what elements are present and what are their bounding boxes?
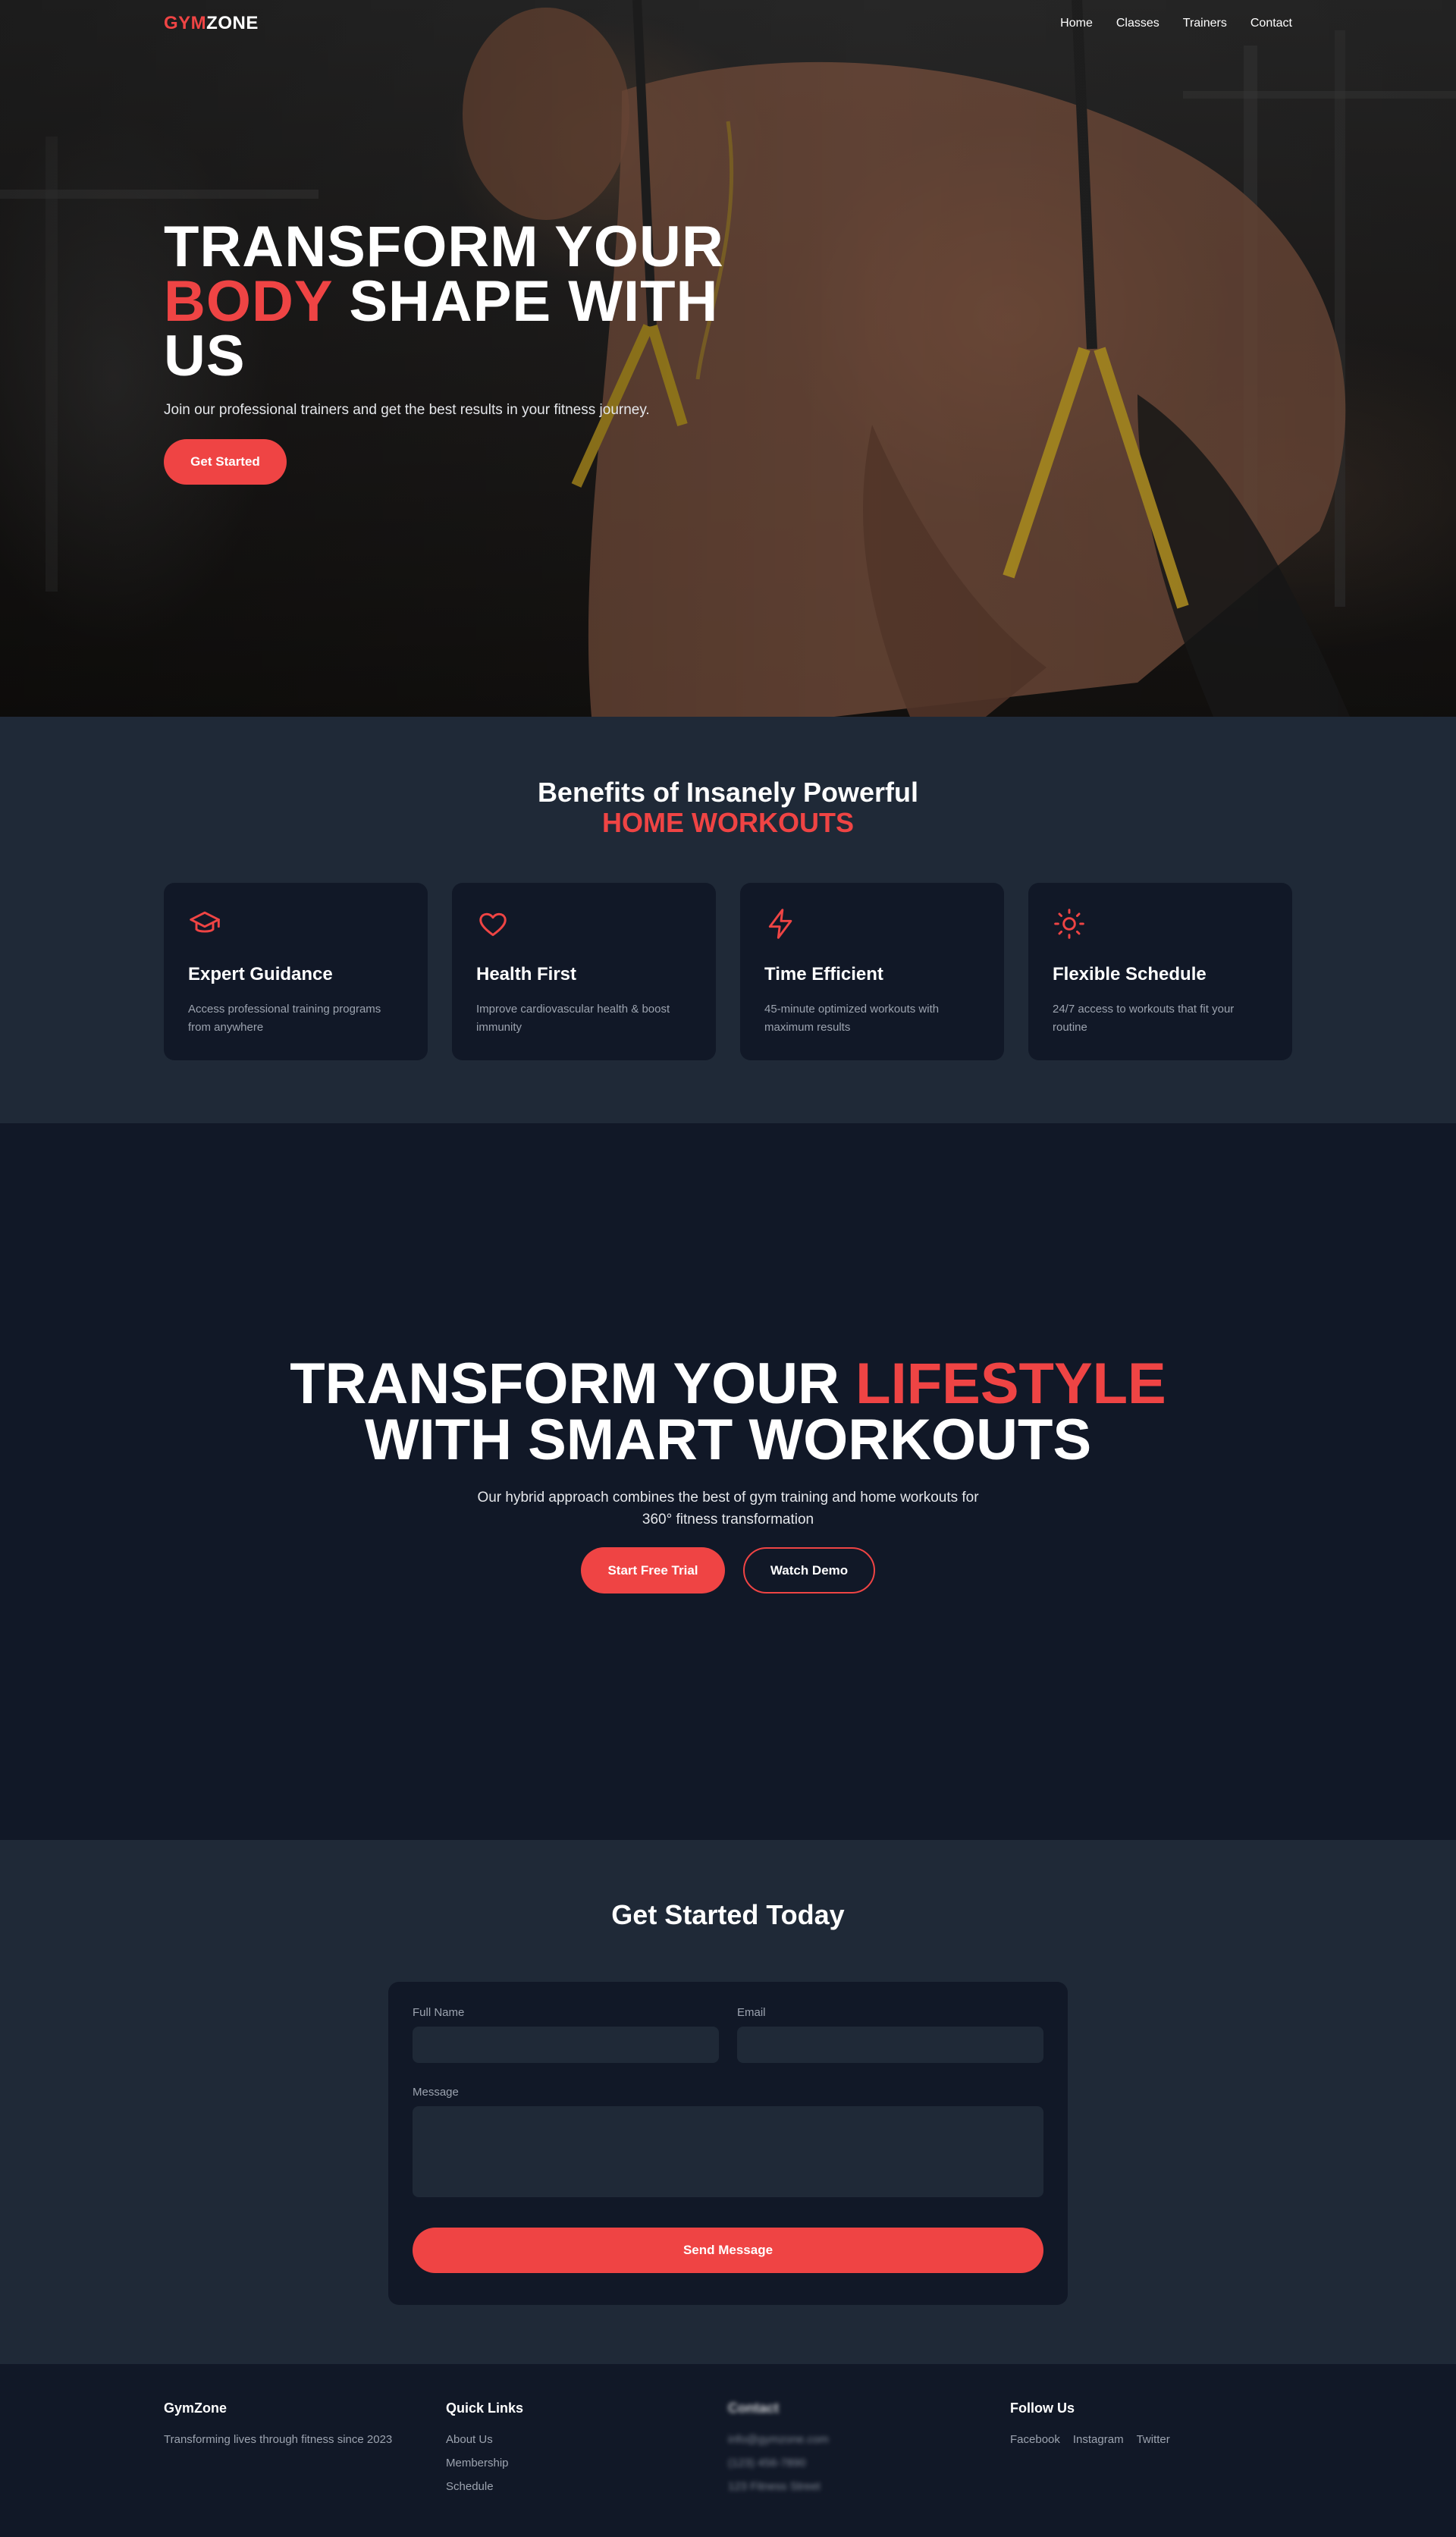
benefit-card-expert-guidance: Expert Guidance Access professional trai…: [164, 883, 428, 1060]
logo-part-gym: GYM: [164, 13, 207, 33]
instagram-link[interactable]: Instagram: [1073, 2433, 1124, 2446]
footer-brand-text: Transforming lives through fitness since…: [164, 2433, 393, 2446]
top-navigation: GYMZONE Home Classes Trainers Contact: [0, 0, 1456, 47]
benefit-text: Improve cardiovascular health & boost im…: [476, 1003, 670, 1034]
benefit-card-health-first: Health First Improve cardiovascular heal…: [452, 883, 716, 1060]
footer-contact-email[interactable]: info@gymzone.com: [728, 2433, 1010, 2446]
benefit-text: Access professional training programs fr…: [188, 1003, 381, 1034]
lifestyle-content: TRANSFORM YOUR LIFESTYLE WITH SMART WORK…: [0, 1355, 1456, 1593]
footer-brand: GymZone Transforming lives through fitne…: [164, 2400, 446, 2504]
footer-contact-title: Contact: [728, 2400, 779, 2416]
footer-link-membership[interactable]: Membership: [446, 2457, 728, 2469]
message-textarea[interactable]: [413, 2106, 1043, 2197]
benefits-title: Benefits of Insanely Powerful: [537, 777, 919, 808]
email-label: Email: [737, 2006, 766, 2019]
contact-form: Full Name Email Message Send Message: [388, 1982, 1068, 2305]
start-free-trial-button[interactable]: Start Free Trial: [581, 1547, 725, 1593]
lifestyle-title-highlight: LIFESTYLE: [855, 1352, 1166, 1416]
lifestyle-title: TRANSFORM YOUR LIFESTYLE WITH SMART WORK…: [0, 1355, 1456, 1469]
footer-contact-phone[interactable]: (123) 456-7890: [728, 2457, 1010, 2469]
hero-title-line2: SHAPE WITH: [332, 269, 719, 334]
lightning-icon: [768, 909, 792, 939]
footer-link-schedule[interactable]: Schedule: [446, 2480, 728, 2493]
footer-follow-title: Follow Us: [1010, 2400, 1075, 2416]
hero-title-line3: US: [164, 324, 246, 388]
logo-part-zone: ZONE: [206, 13, 259, 33]
nav-link-trainers[interactable]: Trainers: [1183, 17, 1227, 30]
brand-logo[interactable]: GYMZONE: [164, 13, 259, 34]
footer-contact: Contact info@gymzone.com (123) 456-7890 …: [728, 2400, 1010, 2504]
benefits-section: Benefits of Insanely Powerful HOME WORKO…: [0, 717, 1456, 1123]
benefit-text: 45-minute optimized workouts with maximu…: [764, 1003, 940, 1034]
hero-title: TRANSFORM YOUR BODY SHAPE WITH US: [164, 218, 740, 385]
email-input[interactable]: [737, 2027, 1043, 2063]
contact-section: Get Started Today Full Name Email Messag…: [0, 1840, 1456, 2364]
send-message-button[interactable]: Send Message: [413, 2228, 1043, 2273]
footer-brand-title: GymZone: [164, 2400, 228, 2416]
full-name-label: Full Name: [413, 2006, 465, 2019]
benefit-title: Expert Guidance: [188, 964, 333, 984]
facebook-link[interactable]: Facebook: [1010, 2433, 1060, 2446]
footer-follow-us: Follow Us Facebook Instagram Twitter: [1010, 2400, 1292, 2504]
hero-subtitle: Join our professional trainers and get t…: [164, 402, 650, 418]
footer-quick-links-title: Quick Links: [446, 2400, 524, 2416]
benefit-title: Time Efficient: [764, 964, 883, 984]
lifestyle-title-start: TRANSFORM YOUR: [290, 1352, 856, 1416]
lifestyle-section: TRANSFORM YOUR LIFESTYLE WITH SMART WORK…: [0, 1123, 1456, 1840]
nav-link-contact[interactable]: Contact: [1250, 17, 1292, 30]
lifestyle-subtitle: Our hybrid approach combines the best of…: [477, 1490, 979, 1528]
benefits-title-highlight: HOME WORKOUTS: [602, 807, 854, 838]
get-started-button[interactable]: Get Started: [164, 439, 287, 485]
nav-link-classes[interactable]: Classes: [1116, 17, 1159, 30]
contact-title: Get Started Today: [611, 1899, 845, 1930]
twitter-link[interactable]: Twitter: [1137, 2433, 1170, 2446]
footer-contact-address: 123 Fitness Street: [728, 2480, 821, 2493]
benefit-card-flexible-schedule: Flexible Schedule 24/7 access to workout…: [1028, 883, 1292, 1060]
benefit-card-time-efficient: Time Efficient 45-minute optimized worko…: [740, 883, 1004, 1060]
hero-content: TRANSFORM YOUR BODY SHAPE WITH US Join o…: [164, 218, 740, 485]
lifestyle-title-line2: WITH SMART WORKOUTS: [364, 1408, 1092, 1472]
heart-icon: [479, 912, 507, 937]
benefit-title: Flexible Schedule: [1053, 964, 1207, 984]
footer: GymZone Transforming lives through fitne…: [0, 2364, 1456, 2537]
nav-link-home[interactable]: Home: [1060, 17, 1093, 30]
footer-link-about-us[interactable]: About Us: [446, 2433, 728, 2446]
hero-section: GYMZONE Home Classes Trainers Contact TR…: [0, 0, 1456, 717]
benefit-title: Health First: [476, 964, 577, 984]
graduation-cap-icon: [190, 911, 220, 933]
benefit-text: 24/7 access to workouts that fit your ro…: [1053, 1003, 1235, 1034]
message-label: Message: [413, 2086, 459, 2099]
sun-icon: [1054, 909, 1084, 939]
nav-links: Home Classes Trainers Contact: [1060, 17, 1292, 30]
full-name-input[interactable]: [413, 2027, 719, 2063]
benefit-cards: Expert Guidance Access professional trai…: [164, 883, 1292, 1060]
watch-demo-button[interactable]: Watch Demo: [743, 1547, 875, 1593]
lifestyle-buttons: Start Free Trial Watch Demo: [0, 1547, 1456, 1593]
footer-quick-links: Quick Links About Us Membership Schedule: [446, 2400, 728, 2504]
